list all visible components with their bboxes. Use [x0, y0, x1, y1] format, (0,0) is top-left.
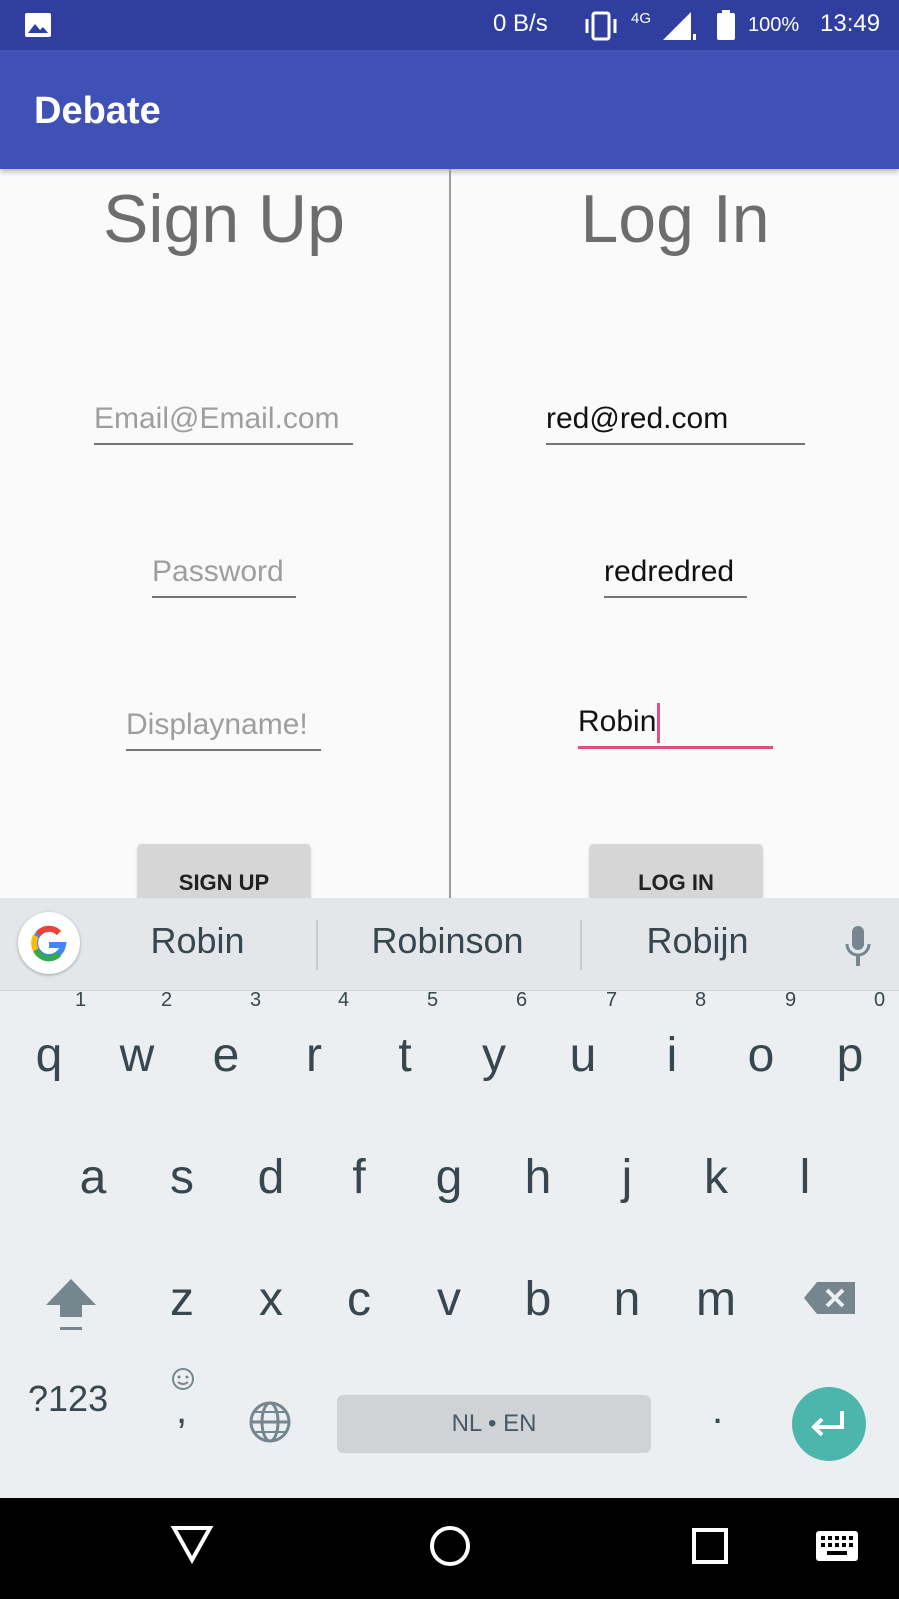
status-bar: 0 B/s 4G 100% 13:49	[0, 0, 899, 50]
google-icon[interactable]	[18, 912, 80, 974]
soft-keyboard: Robin Robinson Robijn q w e r t y u i o …	[0, 898, 899, 1498]
key-m[interactable]: m	[681, 1272, 751, 1327]
key-y[interactable]: y	[459, 1028, 529, 1083]
key-s[interactable]: s	[147, 1150, 217, 1205]
key-hint-1: 1	[75, 989, 87, 1011]
key-o[interactable]: o	[726, 1028, 796, 1083]
keyboard-icon[interactable]	[815, 1530, 859, 1562]
login-displayname-field[interactable]: Robin	[578, 700, 773, 749]
home-icon[interactable]	[428, 1524, 472, 1568]
network-speed: 0 B/s	[493, 10, 548, 37]
key-q[interactable]: q	[14, 1028, 84, 1083]
suggestion-3[interactable]: Robijn	[625, 920, 770, 962]
key-p[interactable]: p	[815, 1028, 885, 1083]
key-x[interactable]: x	[236, 1272, 306, 1327]
text-cursor	[657, 703, 661, 744]
microphone-icon[interactable]	[843, 926, 873, 968]
key-w[interactable]: w	[102, 1028, 172, 1083]
key-v[interactable]: v	[414, 1272, 484, 1327]
key-e[interactable]: e	[191, 1028, 261, 1083]
key-l[interactable]: l	[770, 1150, 840, 1205]
app-title: Debate	[34, 90, 161, 132]
battery-icon	[717, 10, 735, 40]
app-bar: Debate	[0, 50, 899, 169]
key-h[interactable]: h	[503, 1150, 573, 1205]
key-hint-5: 5	[427, 989, 439, 1011]
key-u[interactable]: u	[548, 1028, 618, 1083]
key-z[interactable]: z	[147, 1272, 217, 1327]
backspace-icon[interactable]	[803, 1280, 857, 1316]
column-divider	[449, 169, 451, 899]
key-hint-9: 9	[785, 989, 797, 1011]
key-a[interactable]: a	[58, 1150, 128, 1205]
key-b[interactable]: b	[503, 1272, 573, 1327]
key-d[interactable]: d	[236, 1150, 306, 1205]
key-hint-2: 2	[161, 989, 173, 1011]
key-hint-4: 4	[338, 989, 350, 1011]
key-g[interactable]: g	[414, 1150, 484, 1205]
period-key[interactable]: .	[712, 1388, 723, 1433]
key-t[interactable]: t	[370, 1028, 440, 1083]
back-icon[interactable]	[170, 1524, 214, 1564]
network-type: 4G	[631, 10, 652, 27]
key-k[interactable]: k	[681, 1150, 751, 1205]
recents-icon[interactable]	[690, 1526, 730, 1566]
key-n[interactable]: n	[592, 1272, 662, 1327]
globe-icon[interactable]	[248, 1400, 292, 1444]
login-email-field[interactable]: red@red.com	[546, 397, 805, 445]
shift-icon[interactable]	[44, 1277, 98, 1333]
login-displayname-value: Robin	[578, 705, 657, 738]
suggestion-2[interactable]: Robinson	[345, 920, 550, 962]
symbols-key[interactable]: ?123	[28, 1378, 108, 1420]
signup-heading: Sign Up	[103, 181, 345, 257]
key-f[interactable]: f	[324, 1150, 394, 1205]
clock: 13:49	[820, 10, 881, 37]
suggestion-1[interactable]: Robin	[125, 920, 270, 962]
signup-displayname-field[interactable]: Displayname!	[126, 703, 321, 751]
signup-password-field[interactable]: Password	[152, 550, 296, 598]
key-hint-7: 7	[606, 989, 618, 1011]
enter-key[interactable]	[792, 1387, 866, 1461]
suggestion-strip: Robin Robinson Robijn	[0, 898, 899, 991]
navigation-bar	[0, 1498, 899, 1599]
signup-email-field[interactable]: Email@Email.com	[94, 397, 353, 445]
key-hint-8: 8	[695, 989, 707, 1011]
battery-level: 100%	[748, 14, 800, 36]
key-r[interactable]: r	[279, 1028, 349, 1083]
signal-icon	[663, 12, 696, 40]
key-j[interactable]: j	[592, 1150, 662, 1205]
vibrate-icon	[585, 11, 617, 41]
suggestion-separator	[580, 920, 582, 970]
key-hint-0: 0	[874, 989, 886, 1011]
key-hint-3: 3	[250, 989, 262, 1011]
space-bar[interactable]: NL • EN	[337, 1395, 651, 1453]
enter-icon	[811, 1411, 844, 1437]
suggestion-separator	[316, 920, 318, 970]
comma-key[interactable]: ,	[176, 1388, 187, 1433]
key-i[interactable]: i	[637, 1028, 707, 1083]
key-c[interactable]: c	[324, 1272, 394, 1327]
login-heading: Log In	[580, 181, 770, 257]
key-hint-6: 6	[516, 989, 528, 1011]
login-password-field[interactable]: redredred	[604, 550, 747, 598]
gallery-icon	[25, 13, 51, 37]
